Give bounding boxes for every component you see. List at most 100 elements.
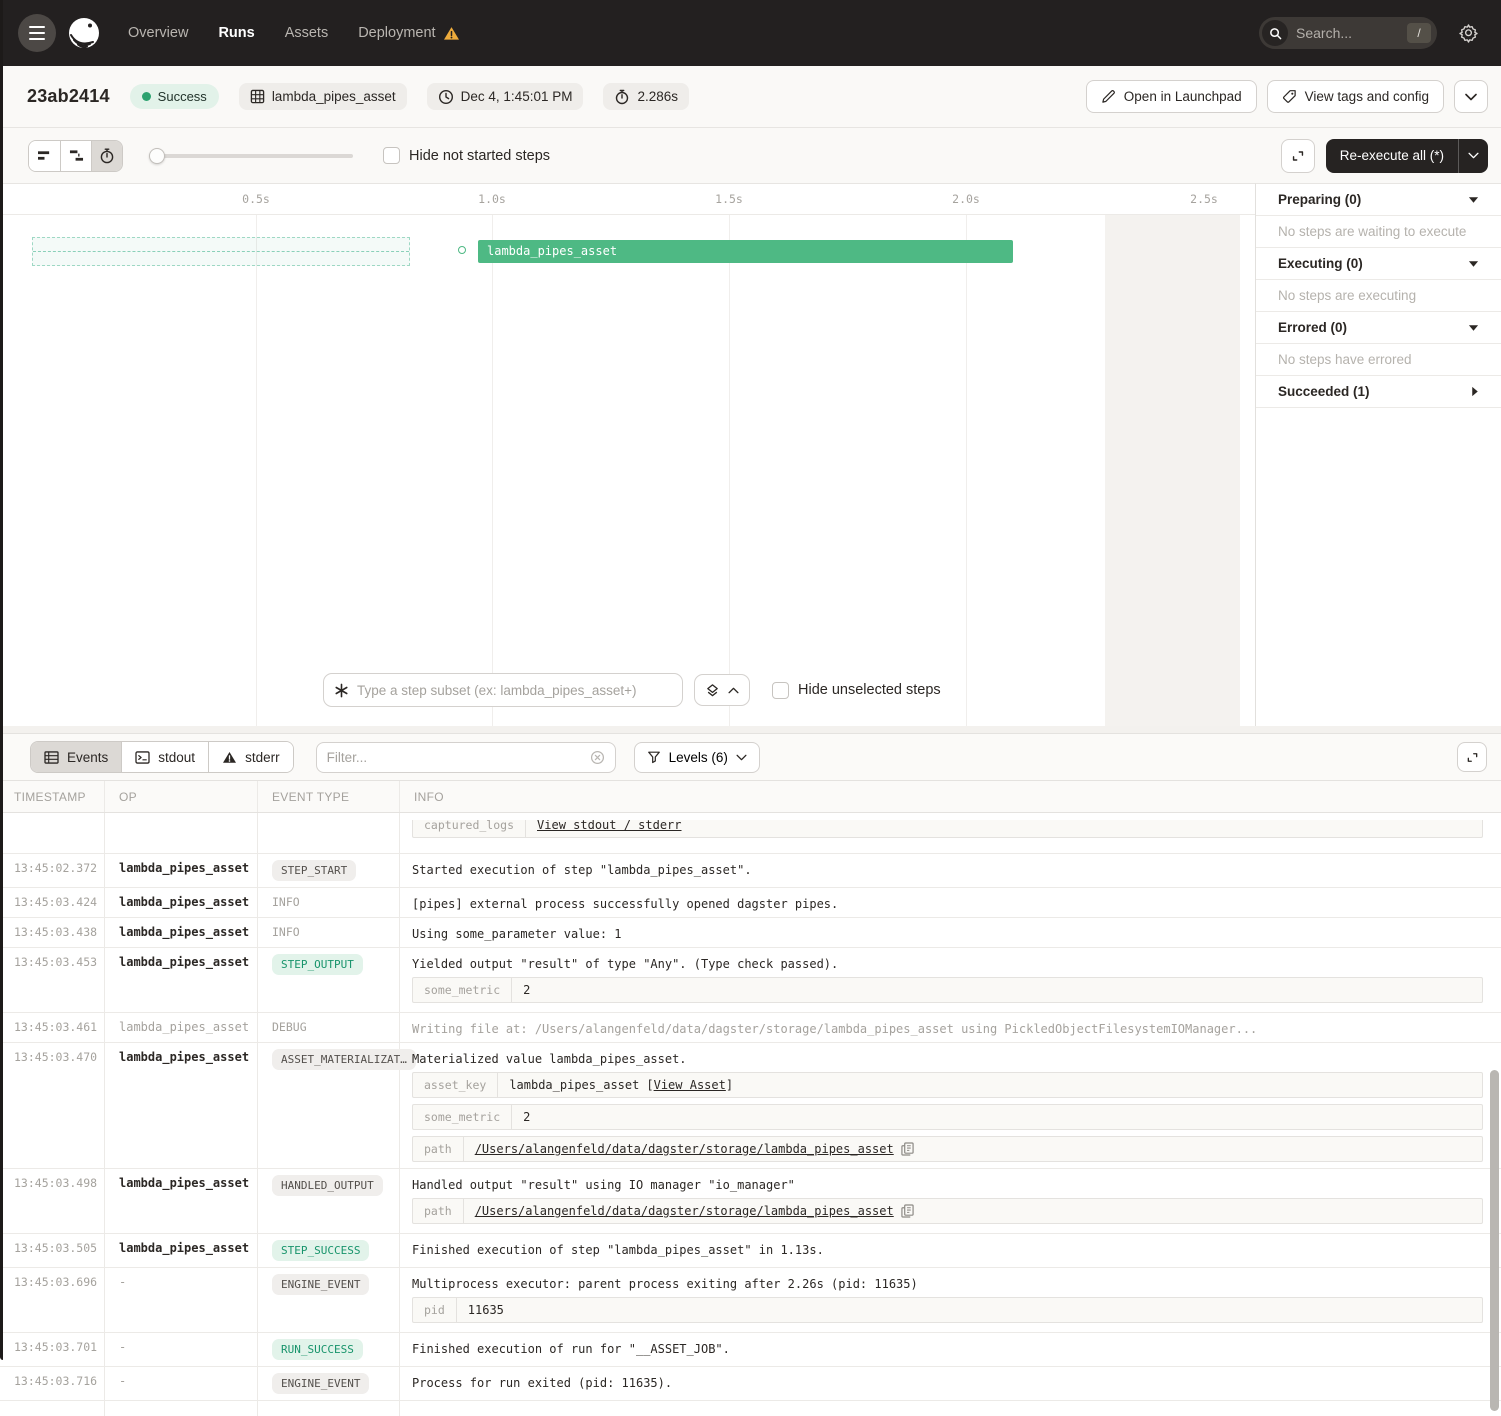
flat-view-button[interactable] (29, 141, 60, 171)
dagster-logo-icon[interactable] (64, 13, 104, 53)
warn-dark-icon (222, 751, 237, 764)
metadata-value-link[interactable]: /Users/alangenfeld/data/dagster/storage/… (475, 1142, 894, 1156)
sidebar-section-succeeded[interactable]: Succeeded (1) (1256, 376, 1501, 408)
axis-tick: 2.0s (952, 192, 980, 206)
view-asset-link[interactable]: View Asset (654, 1078, 726, 1092)
log-op-cell: lambda_pipes_asset (105, 948, 258, 1012)
metadata-key: path (413, 1137, 464, 1161)
log-info-cell: Writing file at: /Users/alangenfeld/data… (400, 1013, 1501, 1042)
log-event-type-pill: ASSET_MATERIALIZAT… (272, 1049, 416, 1070)
nav-item-runs[interactable]: Runs (218, 25, 254, 41)
hide-unselected-checkbox[interactable] (772, 682, 789, 699)
clear-filter-icon[interactable] (590, 750, 605, 765)
main-nav: Overview Runs Assets Deployment (128, 25, 460, 41)
gantt-fullscreen-button[interactable] (1281, 139, 1315, 173)
column-header-timestamp: TIMESTAMP (0, 781, 105, 812)
log-event-type-pill: ENGINE_EVENT (272, 1274, 369, 1295)
expand-icon (1465, 750, 1480, 765)
job-grid-icon (250, 89, 265, 104)
log-row[interactable] (0, 1401, 1501, 1416)
panel-splitter[interactable] (0, 726, 1501, 734)
nav-item-overview[interactable]: Overview (128, 25, 188, 41)
log-event-type-cell: HANDLED_OUTPUT (258, 1169, 400, 1233)
settings-button[interactable] (1453, 18, 1483, 48)
slider-knob[interactable] (149, 148, 165, 164)
log-event-type-pill: RUN_SUCCESS (272, 1339, 363, 1360)
log-row[interactable]: 13:45:03.696-ENGINE_EVENTMultiprocess ex… (0, 1268, 1501, 1333)
sidebar-section-executing[interactable]: Executing (0) (1256, 248, 1501, 280)
terminal-icon (135, 751, 150, 764)
waterfall-view-button[interactable] (60, 141, 91, 171)
log-row[interactable]: 13:45:03.453lambda_pipes_assetSTEP_OUTPU… (0, 948, 1501, 1013)
gantt-step-bar[interactable]: lambda_pipes_asset (478, 240, 1013, 263)
timed-view-button[interactable] (91, 141, 122, 171)
gantt-time-axis: 0.5s1.0s1.5s2.0s2.5s (0, 184, 1255, 215)
log-event-type-pill: STEP_START (272, 860, 356, 881)
sidebar-section-title: Errored (0) (1278, 320, 1347, 335)
nav-item-assets[interactable]: Assets (285, 25, 329, 41)
log-op: lambda_pipes_asset (119, 1020, 249, 1034)
view-tags-config-button[interactable]: View tags and config (1267, 80, 1444, 113)
log-filter-input[interactable]: Filter... (316, 742, 616, 773)
log-row[interactable]: 13:45:03.701-RUN_SUCCESSFinished executi… (0, 1333, 1501, 1367)
log-event-type-cell (258, 1401, 400, 1416)
log-info-cell: Finished execution of run for "__ASSET_J… (400, 1333, 1501, 1366)
job-chip[interactable]: lambda_pipes_asset (239, 83, 407, 110)
sidebar-section-preparing[interactable]: Preparing (0) (1256, 184, 1501, 216)
metadata-value-link[interactable]: /Users/alangenfeld/data/dagster/storage/… (475, 1204, 894, 1218)
tab-stderr[interactable]: stderr (208, 742, 293, 772)
log-row[interactable]: 13:45:03.498lambda_pipes_assetHANDLED_OU… (0, 1169, 1501, 1234)
step-subset-input[interactable]: Type a step subset (ex: lambda_pipes_ass… (323, 673, 683, 707)
log-timestamp: 13:45:03.696 (0, 1268, 105, 1332)
axis-gridline (492, 215, 493, 726)
log-scrollbar-thumb[interactable] (1490, 1070, 1499, 1411)
log-row[interactable]: captured_logs View stdout / stderr (0, 813, 1501, 854)
log-tabs: Eventsstdoutstderr (30, 741, 294, 773)
metadata-row-some_metric: some_metric2 (412, 977, 1483, 1003)
log-row[interactable]: 13:45:03.461lambda_pipes_assetDEBUGWriti… (0, 1013, 1501, 1043)
log-filter-placeholder: Filter... (327, 750, 590, 765)
log-info-text: Multiprocess executor: parent process ex… (412, 1275, 1483, 1291)
reexecute-options-caret[interactable] (1458, 139, 1488, 173)
search-input[interactable]: Search... / (1259, 17, 1437, 49)
log-row[interactable]: 13:45:03.470lambda_pipes_assetASSET_MATE… (0, 1043, 1501, 1169)
log-op-cell: - (105, 1367, 258, 1400)
levels-dropdown[interactable]: Levels (6) (634, 742, 760, 773)
reexecute-all-button[interactable]: Re-execute all (*) (1326, 139, 1488, 173)
tab-events[interactable]: Events (31, 742, 121, 772)
collapse-layers-button[interactable] (694, 674, 750, 706)
copy-icon[interactable] (901, 1204, 914, 1218)
tab-stdout[interactable]: stdout (121, 742, 208, 772)
copy-button[interactable] (901, 1142, 914, 1156)
run-actions-caret-button[interactable] (1454, 80, 1488, 113)
log-row[interactable]: 13:45:03.716-ENGINE_EVENTProcess for run… (0, 1367, 1501, 1401)
metadata-key: captured_logs (413, 820, 526, 837)
metadata-bracket-link: [View Asset] (646, 1078, 733, 1092)
log-info-text: Materialized value lambda_pipes_asset. (412, 1050, 1483, 1066)
log-row[interactable]: 13:45:03.505lambda_pipes_assetSTEP_SUCCE… (0, 1234, 1501, 1268)
metadata-value-link[interactable]: View stdout / stderr (537, 820, 682, 832)
metadata-row-pid: pid11635 (412, 1297, 1483, 1323)
hide-not-started-label[interactable]: Hide not started steps (409, 148, 550, 164)
copy-icon[interactable] (901, 1142, 914, 1156)
axis-tick: 2.5s (1190, 192, 1218, 206)
metadata-key: some_metric (413, 978, 512, 1002)
axis-gridline (966, 215, 967, 726)
hide-unselected-label[interactable]: Hide unselected steps (798, 682, 941, 698)
log-fullscreen-button[interactable] (1457, 742, 1487, 772)
copy-button[interactable] (901, 1204, 914, 1218)
hamburger-menu-button[interactable] (18, 14, 56, 52)
log-row[interactable]: 13:45:02.372lambda_pipes_assetSTEP_START… (0, 854, 1501, 888)
log-row[interactable]: 13:45:03.438lambda_pipes_assetINFOUsing … (0, 918, 1501, 948)
log-timestamp: 13:45:03.716 (0, 1367, 105, 1400)
gantt-zoom-slider[interactable] (149, 148, 353, 164)
open-in-launchpad-button[interactable]: Open in Launchpad (1086, 80, 1257, 113)
nav-item-deployment[interactable]: Deployment (358, 25, 459, 41)
sidebar-section-errored[interactable]: Errored (0) (1256, 312, 1501, 344)
hide-not-started-checkbox[interactable] (383, 147, 400, 164)
log-op: - (119, 1340, 126, 1354)
log-info-cell (400, 1401, 1501, 1416)
log-row[interactable]: 13:45:03.424lambda_pipes_assetINFO[pipes… (0, 888, 1501, 918)
run-datetime-chip: Dec 4, 1:45:01 PM (427, 83, 584, 110)
log-info-cell: captured_logs View stdout / stderr (400, 813, 1501, 853)
